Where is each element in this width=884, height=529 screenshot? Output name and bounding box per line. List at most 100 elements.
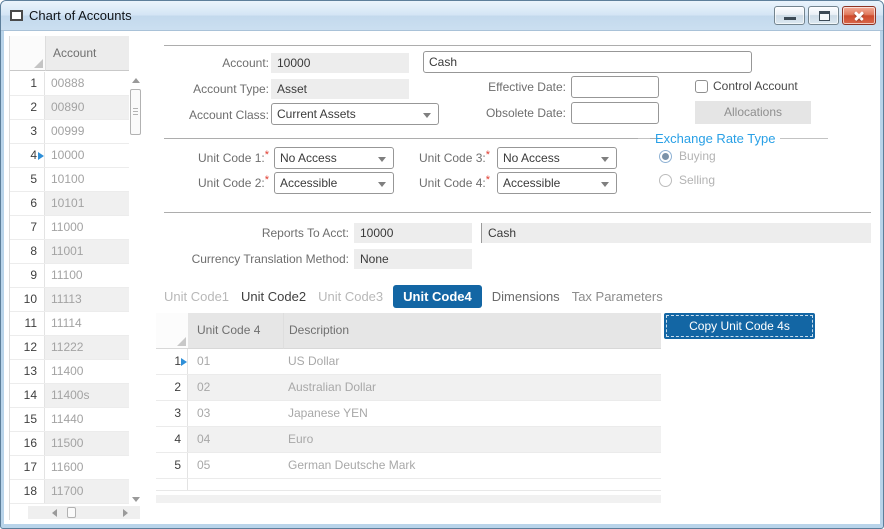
account-row-number: 11 — [10, 312, 45, 335]
account-cell[interactable]: 11440 — [45, 408, 129, 431]
minimize-button[interactable] — [774, 6, 805, 25]
currency-translation-method-field[interactable]: None — [354, 249, 472, 269]
unit-code4-row[interactable]: 404Euro — [156, 427, 661, 453]
account-cell[interactable]: 11113 — [45, 288, 129, 311]
tab-unit-code2[interactable]: Unit Code2 — [235, 285, 312, 308]
description-cell[interactable]: Japanese YEN — [283, 401, 661, 426]
chevron-down-icon[interactable] — [601, 182, 609, 187]
account-cell[interactable]: 11700 — [45, 480, 129, 503]
obsolete-date-input[interactable] — [571, 102, 659, 124]
account-row[interactable]: 711000 — [10, 216, 129, 240]
tab-tax-parameters[interactable]: Tax Parameters — [566, 285, 669, 308]
unit-code4-row[interactable]: 202Australian Dollar — [156, 375, 661, 401]
row-number: 5 — [156, 453, 188, 478]
reports-to-acct-description-field[interactable]: Cash — [481, 223, 871, 243]
tab-dimensions[interactable]: Dimensions — [486, 285, 566, 308]
copy-unit-code-4s-button[interactable]: Copy Unit Code 4s — [664, 313, 815, 339]
unit-code4-row[interactable]: 505German Deutsche Mark — [156, 453, 661, 479]
description-cell[interactable]: Australian Dollar — [283, 375, 661, 400]
description-cell[interactable]: German Deutsche Mark — [283, 453, 661, 478]
account-description-input[interactable]: Cash — [423, 51, 752, 73]
description-column-header[interactable]: Description — [283, 313, 661, 349]
vertical-scrollbar[interactable] — [129, 72, 143, 504]
scroll-thumb[interactable] — [67, 507, 76, 518]
client-area: Account 10088820089030099941000051010061… — [4, 31, 880, 524]
unit-code4-column-header[interactable]: Unit Code 4 — [188, 313, 283, 349]
account-cell[interactable]: 11400 — [45, 360, 129, 383]
grid-corner-cell[interactable] — [156, 313, 188, 349]
account-cell[interactable]: 11114 — [45, 312, 129, 335]
account-row[interactable]: 1611500 — [10, 432, 129, 456]
effective-date-input[interactable] — [571, 76, 659, 98]
account-row[interactable]: 811001 — [10, 240, 129, 264]
unit-code2-label: Unit Code 2:* — [84, 173, 269, 193]
scroll-left-icon[interactable] — [52, 509, 57, 517]
effective-date-label: Effective Date: — [434, 76, 566, 98]
tab-unit-code3[interactable]: Unit Code3 — [312, 285, 389, 308]
account-field[interactable]: 10000 — [271, 53, 409, 73]
unit-code4-dropdown[interactable]: Accessible — [497, 172, 617, 194]
account-row[interactable]: 1311400 — [10, 360, 129, 384]
horizontal-scrollbar[interactable] — [28, 506, 140, 519]
selected-row-arrow-icon — [38, 152, 44, 160]
allocations-button[interactable]: Allocations — [695, 101, 811, 124]
account-cell[interactable]: 11600 — [45, 456, 129, 479]
account-row[interactable]: 1811700 — [10, 480, 129, 504]
control-account-checkbox[interactable] — [695, 80, 708, 93]
tab-unit-code4[interactable]: Unit Code4 — [393, 285, 482, 308]
description-cell[interactable]: Euro — [283, 427, 661, 452]
unit-code-cell[interactable]: 03 — [188, 401, 283, 426]
account-cell[interactable]: 11100 — [45, 264, 129, 287]
row-number: 1 — [156, 349, 188, 374]
account-row-number: 14 — [10, 384, 45, 407]
titlebar[interactable]: Chart of Accounts — [1, 1, 883, 31]
tab-unit-code1[interactable]: Unit Code1 — [158, 285, 235, 308]
account-row-number: 3 — [10, 120, 45, 143]
close-button[interactable] — [842, 6, 876, 25]
unit-code-cell[interactable]: 05 — [188, 453, 283, 478]
buying-radio[interactable] — [659, 150, 672, 163]
chevron-down-icon[interactable] — [423, 113, 431, 118]
unit-code4-row[interactable]: 303Japanese YEN — [156, 401, 661, 427]
required-marker: * — [265, 149, 269, 161]
account-row-number: 7 — [10, 216, 45, 239]
account-cell[interactable]: 11500 — [45, 432, 129, 455]
restore-button[interactable] — [808, 6, 839, 25]
account-row-number: 8 — [10, 240, 45, 263]
description-cell[interactable]: US Dollar — [283, 349, 661, 374]
window-title: Chart of Accounts — [29, 8, 132, 23]
account-row[interactable]: 1011113 — [10, 288, 129, 312]
selling-radio[interactable] — [659, 174, 672, 187]
unit-code4-label-text: Unit Code 4: — [419, 176, 486, 190]
account-row[interactable]: 1111114 — [10, 312, 129, 336]
scroll-down-icon[interactable] — [132, 497, 140, 502]
unit-code-cell[interactable]: 02 — [188, 375, 283, 400]
unit-code4-value: Accessible — [503, 176, 560, 190]
grid-corner-cell[interactable] — [10, 36, 45, 71]
unit-code-cell[interactable]: 01 — [188, 349, 283, 374]
grid-scrollbar-track[interactable] — [156, 495, 661, 503]
currency-translation-method-label: Currency Translation Method: — [124, 249, 349, 269]
account-cell[interactable]: 11222 — [45, 336, 129, 359]
account-row[interactable]: 1411400s — [10, 384, 129, 408]
account-type-field[interactable]: Asset — [271, 79, 409, 99]
unit-code-cell[interactable]: 04 — [188, 427, 283, 452]
account-label: Account: — [84, 53, 269, 73]
account-cell[interactable]: 11001 — [45, 240, 129, 263]
account-row[interactable]: 911100 — [10, 264, 129, 288]
account-class-dropdown[interactable]: Current Assets — [271, 103, 439, 125]
account-cell[interactable]: 10101 — [45, 192, 129, 215]
selling-label: Selling — [679, 174, 715, 187]
account-row[interactable]: 1511440 — [10, 408, 129, 432]
account-row[interactable]: 1711600 — [10, 456, 129, 480]
separator — [164, 45, 871, 46]
account-row[interactable]: 1211222 — [10, 336, 129, 360]
unit-code3-dropdown[interactable]: No Access — [497, 147, 617, 169]
chevron-down-icon[interactable] — [601, 157, 609, 162]
account-cell[interactable]: 11000 — [45, 216, 129, 239]
account-row[interactable]: 610101 — [10, 192, 129, 216]
scroll-right-icon[interactable] — [123, 509, 128, 517]
unit-code4-row[interactable]: 101US Dollar — [156, 349, 661, 375]
reports-to-acct-field[interactable]: 10000 — [354, 223, 472, 243]
account-cell[interactable]: 11400s — [45, 384, 129, 407]
